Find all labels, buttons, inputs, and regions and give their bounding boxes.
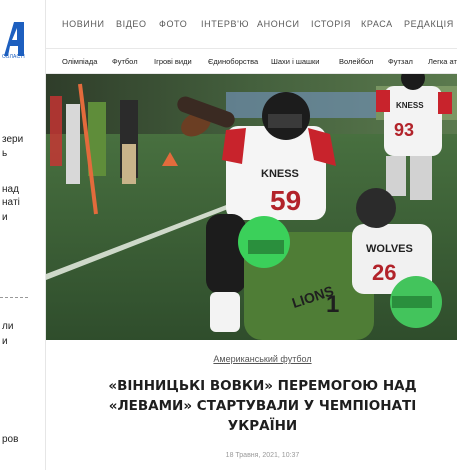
football-match-photo: KNESS 93 KNESS 59 LIONS 1 WOLVES 26 xyxy=(46,74,457,340)
jersey-text: KNESS xyxy=(396,101,424,110)
article-title-line: «ЛЕВАМИ» СТАРТУВАЛИ У ЧЕМПІОНАТІ xyxy=(108,398,417,414)
sidebar-news-fragment[interactable]: зери xyxy=(2,134,23,146)
nav-announcements[interactable]: АНОНСИ xyxy=(257,19,300,29)
nav-photo[interactable]: ФОТО xyxy=(159,19,187,29)
nav-video[interactable]: ВІДЕО xyxy=(116,19,147,29)
subnav-volleyball[interactable]: Волейбол xyxy=(339,57,373,66)
article-title-line: «ВІННИЦЬКІ ВОВКИ» ПЕРЕМОГОЮ НАД xyxy=(108,378,417,394)
jersey-number: 1 xyxy=(326,291,339,318)
nav-editorial[interactable]: РЕДАКЦІЯ xyxy=(404,19,454,29)
article-title-line: УКРАЇНИ xyxy=(227,418,298,434)
nav-history[interactable]: ІСТОРІЯ xyxy=(311,19,351,29)
left-sidebar: ОБЛАСТІ зери ь над нaті и ли и ров xyxy=(0,0,46,470)
article-date: 18 Травня, 2021, 10:37 xyxy=(225,452,300,459)
sports-subnavigation: Олімпіада Футбол Ігрові види Єдиноборств… xyxy=(46,49,457,74)
main-navigation: НОВИНИ ВІДЕО ФОТО ІНТЕРВ'Ю АНОНСИ ІСТОРІ… xyxy=(46,0,457,49)
nav-beauty[interactable]: КРАСА xyxy=(361,19,393,29)
sidebar-divider xyxy=(0,297,28,298)
subnav-futsal[interactable]: Футзал xyxy=(388,57,413,66)
jersey-number: 26 xyxy=(372,260,396,285)
sidebar-news-fragment[interactable]: над xyxy=(2,184,19,196)
sidebar-news-fragment[interactable]: и xyxy=(2,336,8,348)
jersey-number: 93 xyxy=(394,120,414,140)
nav-interview[interactable]: ІНТЕРВ'Ю xyxy=(201,19,249,29)
sidebar-news-fragment[interactable]: и xyxy=(2,212,8,224)
subnav-game-sports[interactable]: Ігрові види xyxy=(154,57,192,66)
subnav-football[interactable]: Футбол xyxy=(112,57,138,66)
site-logo[interactable] xyxy=(0,20,24,56)
sidebar-news-fragment[interactable]: ров xyxy=(2,434,18,446)
subnav-martial-arts[interactable]: Єдиноборства xyxy=(208,57,258,66)
subnav-chess[interactable]: Шахи і шашки xyxy=(271,57,320,66)
jersey-number: 59 xyxy=(270,185,301,216)
jersey-text: KNESS xyxy=(261,168,299,180)
sidebar-news-fragment[interactable]: нaті xyxy=(2,197,20,209)
sidebar-news-fragment[interactable]: ли xyxy=(2,321,13,333)
subnav-olympics[interactable]: Олімпіада xyxy=(62,57,97,66)
sidebar-news-fragment[interactable]: ь xyxy=(2,148,7,160)
subnav-athletics[interactable]: Легка ат xyxy=(428,57,457,66)
article-card: Американський футбол «ВІННИЦЬКІ ВОВКИ» П… xyxy=(68,340,457,470)
article-category-link[interactable]: Американський футбол xyxy=(68,354,457,364)
article-title[interactable]: «ВІННИЦЬКІ ВОВКИ» ПЕРЕМОГОЮ НАД «ЛЕВАМИ»… xyxy=(68,376,457,436)
nav-news[interactable]: НОВИНИ xyxy=(62,19,105,29)
jersey-text: WOLVES xyxy=(366,243,413,255)
article-hero-photo[interactable]: KNESS 93 KNESS 59 LIONS 1 WOLVES 26 xyxy=(46,74,457,340)
logo-subtitle: ОБЛАСТІ xyxy=(2,54,25,60)
